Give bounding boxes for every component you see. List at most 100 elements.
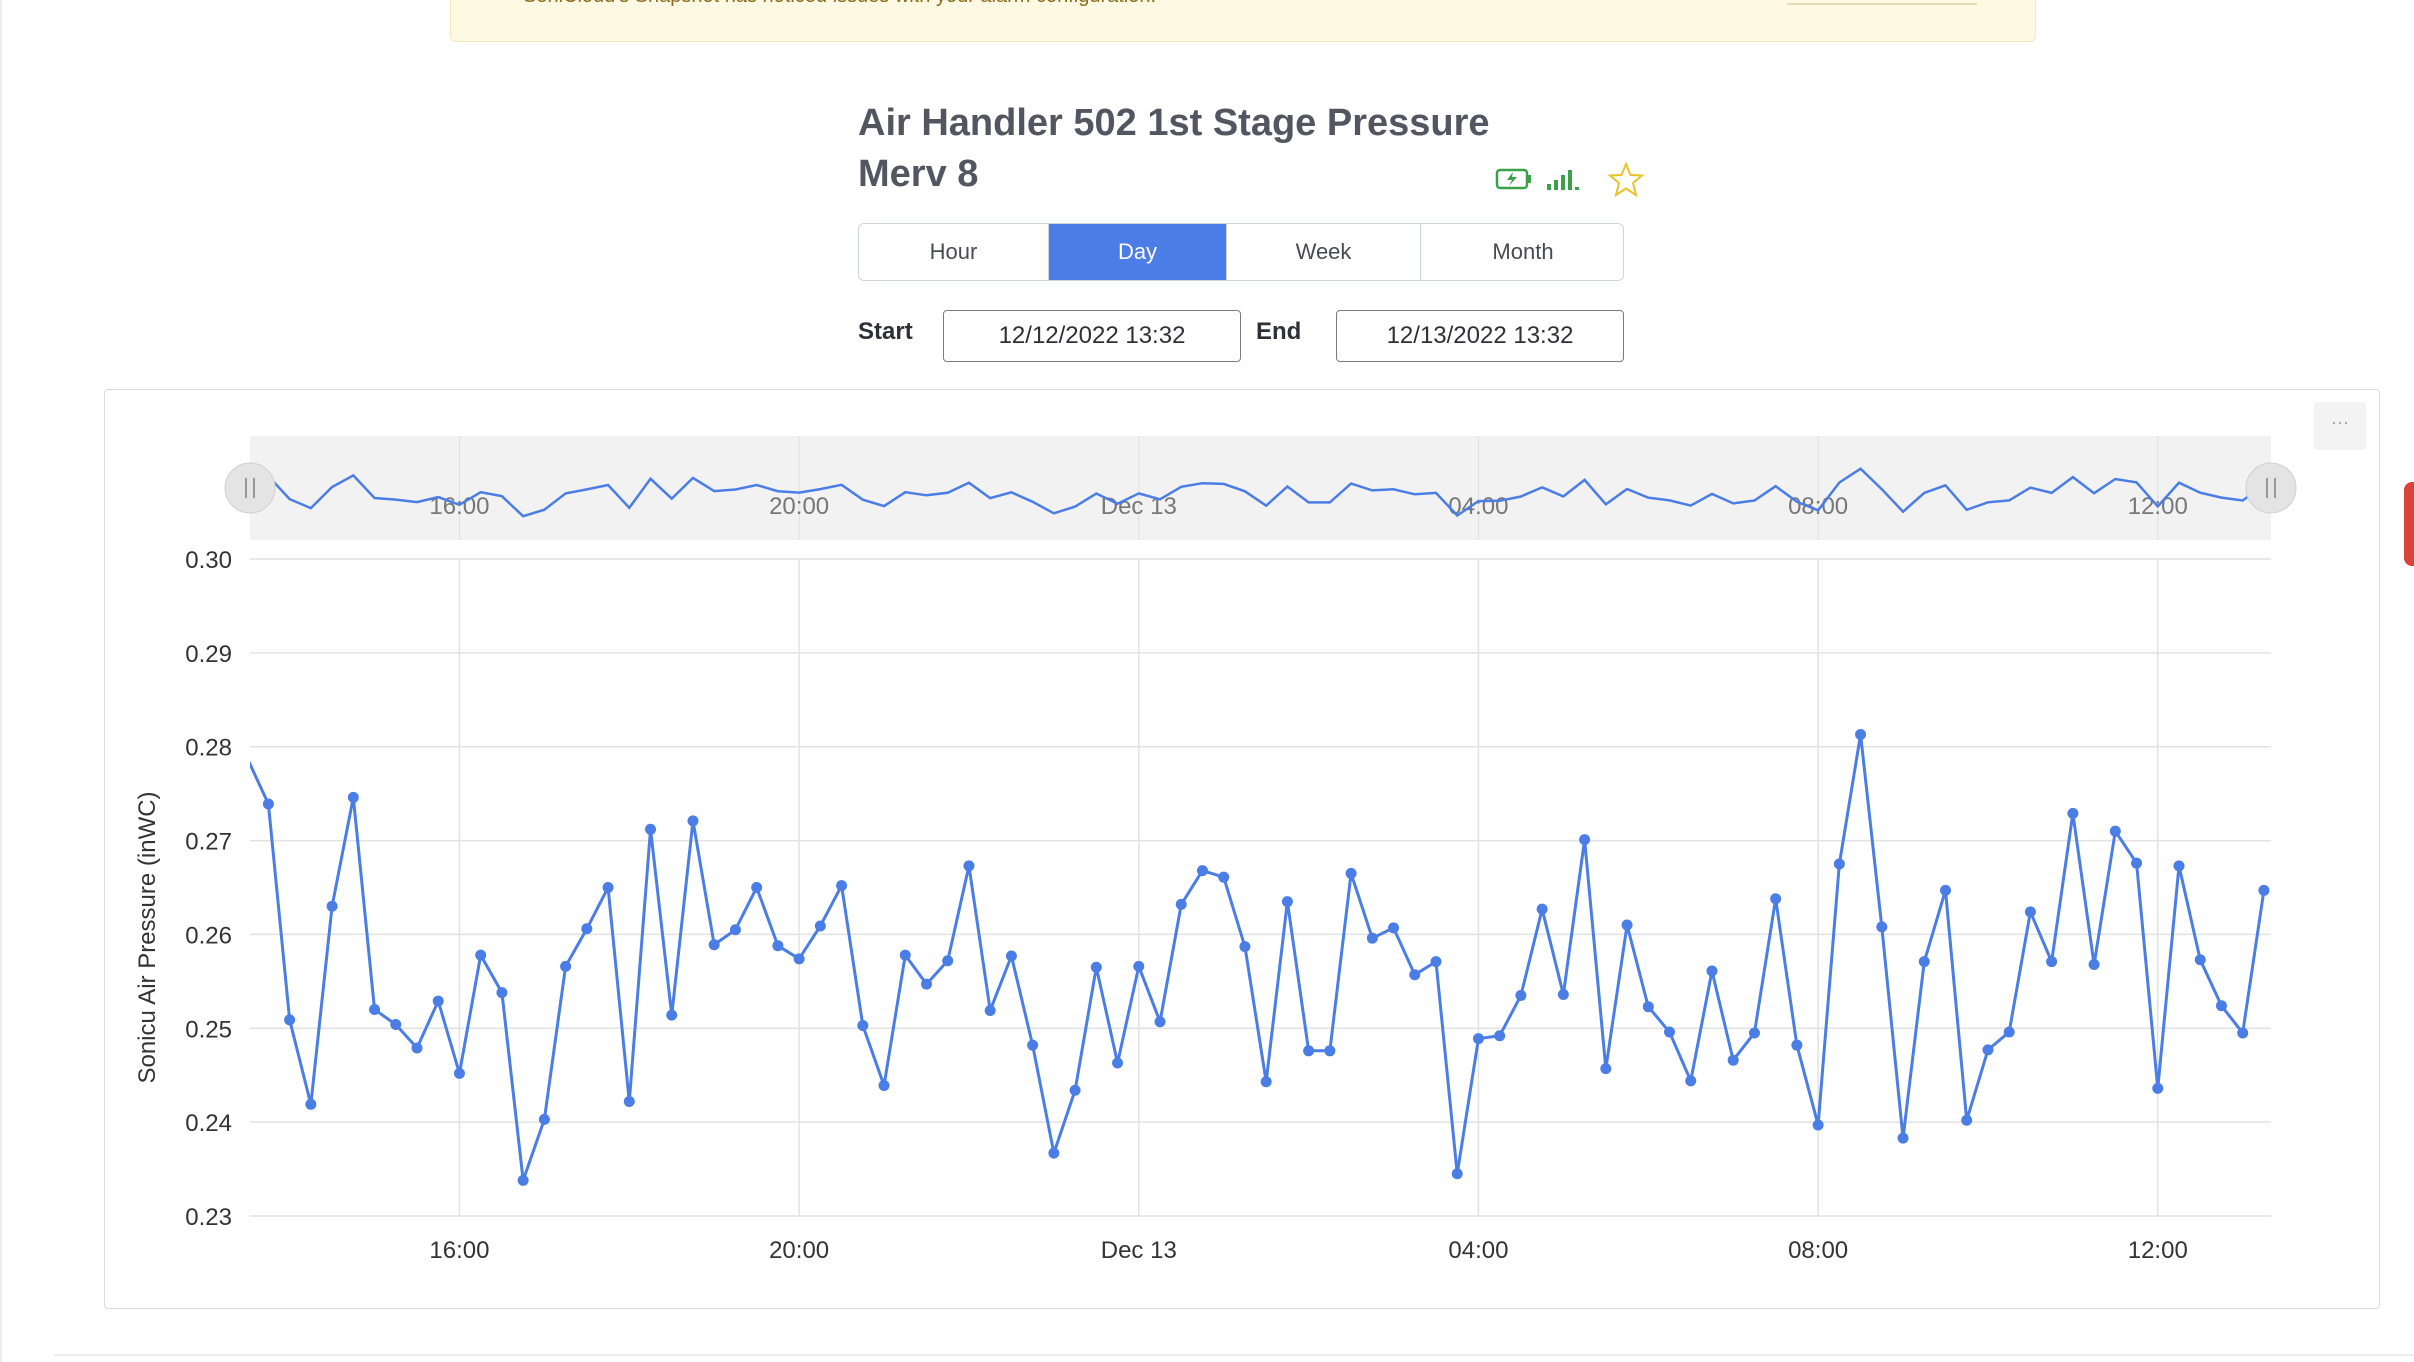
data-point [411,1042,423,1054]
data-point [666,1009,678,1021]
data-point [581,923,593,935]
y-tick-label: 0.26 [185,922,232,949]
data-point [1112,1057,1124,1069]
navigator-tick-label: 20:00 [769,493,829,520]
handle-knob [2245,462,2297,514]
data-point [1451,1168,1463,1180]
data-point [453,1067,465,1079]
data-point [1366,932,1378,944]
data-point [475,949,487,961]
data-point [793,953,805,965]
data-point [305,1098,317,1110]
data-point [1515,989,1527,1001]
y-tick-label: 0.28 [185,735,232,762]
data-point [538,1113,550,1125]
data-point [432,995,444,1007]
data-point [1876,921,1888,933]
data-point [1388,922,1400,934]
data-point [899,949,911,961]
data-point [1494,1030,1506,1042]
y-axis-title: Sonicu Air Pressure (inWC) [134,791,161,1083]
data-point [1706,965,1718,977]
y-tick-label: 0.27 [185,829,232,856]
data-point [942,955,954,967]
data-point [1218,871,1230,883]
data-point [1855,729,1867,741]
data-point [1664,1026,1676,1038]
navigator: 16:00 20:00 Dec 13 04:00 08:00 12:00 [224,436,2297,540]
data-point [878,1080,890,1092]
x-tick-label: 08:00 [1788,1237,1848,1264]
data-point [1430,956,1442,968]
data-point [1239,941,1251,953]
data-point [602,882,614,893]
data-point [1982,1044,1994,1056]
data-point [2088,958,2100,970]
data-point [1579,834,1591,846]
navigator-tick-label: 08:00 [1788,493,1848,520]
data-point [2046,956,2058,968]
series-layer [250,729,2270,1186]
data-point [1409,969,1421,981]
data-point [517,1174,529,1186]
data-point [751,882,763,893]
data-point [1027,1039,1039,1051]
data-point [920,978,932,990]
series-line [250,733,2266,1182]
data-point [1833,858,1845,870]
y-tick-label: 0.29 [185,641,232,668]
x-tick-label: 16:00 [429,1237,489,1264]
data-point [2067,807,2079,819]
x-tick-label: 12:00 [2128,1237,2188,1264]
data-point [1133,960,1145,972]
data-point [645,823,657,835]
data-point [1069,1084,1081,1096]
handle-knob [224,462,276,514]
data-point [2003,1026,2015,1038]
data-point [1536,903,1548,915]
data-point [1642,1001,1654,1013]
data-point [390,1019,402,1031]
navigator-left-handle[interactable] [224,462,276,514]
data-point [1748,1027,1760,1039]
data-point [1345,867,1357,879]
data-point [1770,893,1782,905]
data-point [1281,896,1293,908]
data-point [2258,884,2270,896]
data-point [1090,961,1102,973]
data-point [623,1095,635,1107]
data-point [1005,950,1017,962]
data-point [2024,906,2036,918]
data-point [369,1004,381,1016]
data-point [347,791,359,803]
data-point [284,1014,296,1026]
data-point [1897,1132,1909,1144]
data-point [772,940,784,952]
data-point [1791,1039,1803,1051]
data-point [496,987,508,999]
data-point [1175,898,1187,910]
data-point [836,880,848,892]
x-tick-label: Dec 13 [1101,1237,1177,1264]
y-tick-label: 0.25 [185,1016,232,1043]
data-point [2152,1082,2164,1094]
data-point [2194,954,2206,966]
data-point [1324,1045,1336,1057]
data-point [2131,857,2143,869]
data-point [1685,1075,1697,1087]
navigator-right-handle[interactable] [2245,462,2297,514]
data-point [326,900,338,912]
data-point [984,1004,996,1016]
data-point [1727,1054,1739,1066]
x-tick-label: 20:00 [769,1237,829,1264]
data-point [1260,1076,1272,1088]
pressure-chart: 16:00 20:00 Dec 13 04:00 08:00 12:00 0.300.29… [134,436,2297,1264]
data-point [2237,1027,2249,1039]
data-point [1154,1016,1166,1028]
data-point [729,924,741,936]
data-point [1918,956,1930,968]
data-point [1961,1114,1973,1126]
data-point [1939,884,1951,896]
data-point [262,798,274,810]
data-point [1812,1119,1824,1131]
